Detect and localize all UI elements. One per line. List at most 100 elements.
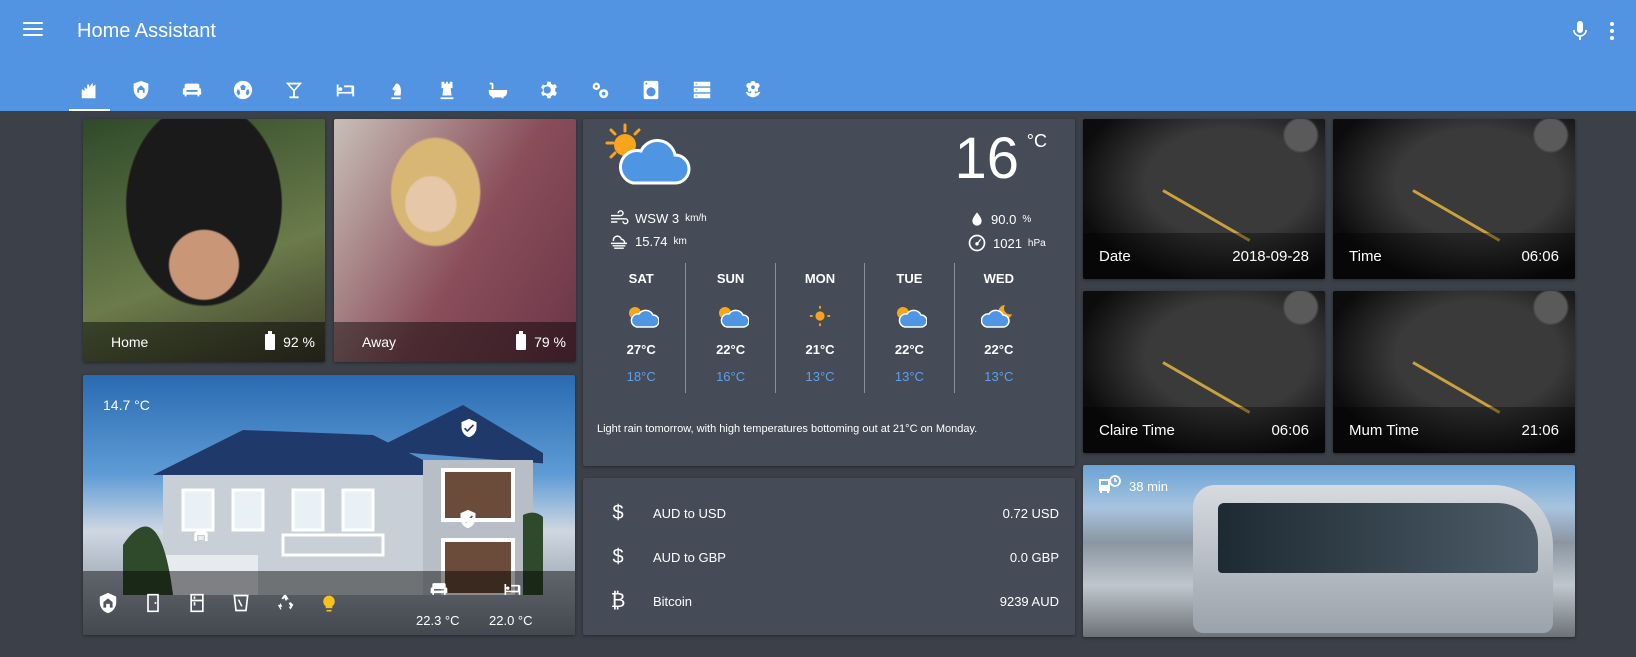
tab-games[interactable] xyxy=(421,68,472,111)
clock-hand xyxy=(1162,361,1251,414)
tab-cocktail[interactable] xyxy=(268,68,319,111)
light-bulb-icon[interactable] xyxy=(319,593,339,615)
fog-icon xyxy=(611,235,627,249)
clock-footer: Date 2018-09-28 xyxy=(1083,233,1325,279)
partly-cloudy-icon xyxy=(605,123,691,185)
clock-hand xyxy=(1412,361,1501,414)
person-state: Home xyxy=(111,334,149,350)
tab-bathroom[interactable] xyxy=(472,68,523,111)
battery-icon xyxy=(516,331,527,350)
tab-laundry[interactable] xyxy=(625,68,676,111)
house-card: 14.7 °C 22.3 °C 22.0 °C xyxy=(83,375,575,635)
bus-eta: 38 min xyxy=(1097,475,1168,497)
tab-sports[interactable] xyxy=(217,68,268,111)
bed-icon xyxy=(336,84,354,96)
shield-home-icon xyxy=(133,80,148,99)
clock-footer: Time 06:06 xyxy=(1333,233,1575,279)
server-icon xyxy=(693,81,710,98)
person-footer: Home 92 % xyxy=(83,322,325,362)
currency-row[interactable]: $ AUD to USD 0.72 USD xyxy=(583,492,1075,534)
humidity-row: 90.0% xyxy=(969,210,1031,228)
tab-security[interactable] xyxy=(115,68,166,111)
person-battery: 92 % xyxy=(265,331,315,350)
visibility-row: 15.74 km xyxy=(609,233,687,249)
sofa-icon xyxy=(182,83,201,96)
person-card-home[interactable]: Home 92 % xyxy=(83,119,325,362)
partly-cloudy-icon xyxy=(629,307,660,328)
partly-cloudy-icon xyxy=(718,307,749,328)
shield-check-icon[interactable] xyxy=(458,508,478,530)
trash-bin-icon[interactable] xyxy=(231,593,251,613)
tab-system[interactable] xyxy=(574,68,625,111)
water-drop-icon xyxy=(972,212,982,226)
clock-card-claire[interactable]: Claire Time 06:06 xyxy=(1083,291,1325,453)
gear-icon xyxy=(540,81,557,98)
forecast-day: SAT 27°C 18°C xyxy=(597,263,687,393)
clock-card-time[interactable]: Time 06:06 xyxy=(1333,119,1575,279)
sofa-icon[interactable] xyxy=(426,579,452,599)
tab-server[interactable] xyxy=(676,68,727,111)
dollar-icon: $ xyxy=(612,545,624,568)
flower-icon xyxy=(745,80,760,97)
forecast-day: TUE 22°C 13°C xyxy=(865,263,955,393)
bitcoin-icon: ₿ xyxy=(610,589,626,612)
bus-windows xyxy=(1218,503,1538,573)
door-icon[interactable] xyxy=(143,593,163,613)
forecast-day: MON 21°C 13°C xyxy=(776,263,866,393)
weather-summary: Light rain tomorrow, with high temperatu… xyxy=(597,423,978,435)
clock-footer: Mum Time 21:06 xyxy=(1333,407,1575,453)
wind-icon xyxy=(611,210,629,225)
person-battery: 79 % xyxy=(516,331,566,350)
view-tabs xyxy=(64,68,778,111)
clock-card-date[interactable]: Date 2018-09-28 xyxy=(1083,119,1325,279)
tab-bedroom[interactable] xyxy=(319,68,370,111)
bus-clock-icon xyxy=(1099,475,1121,493)
current-temperature: 16 xyxy=(954,126,1019,191)
washing-machine-icon xyxy=(643,80,658,99)
menu-icon[interactable] xyxy=(20,18,46,44)
app-header: Home Assistant xyxy=(0,0,1636,111)
house-illustration xyxy=(123,405,543,595)
house-controls-bar: 22.3 °C 22.0 °C xyxy=(83,571,575,635)
tab-garden[interactable] xyxy=(727,68,778,111)
tab-settings[interactable] xyxy=(523,68,574,111)
bed-icon[interactable] xyxy=(500,579,524,599)
person-card-away[interactable]: Away 79 % xyxy=(334,119,576,362)
weather-card[interactable]: 16 °C WSW 3 km/h 15.74 km 90.0% 1021 hPa SA… xyxy=(583,119,1075,466)
sunny-icon xyxy=(809,305,831,327)
currency-row[interactable]: $ AUD to GBP 0.0 GBP xyxy=(583,536,1075,578)
tab-lounge[interactable] xyxy=(166,68,217,111)
bus-card[interactable]: 38 min xyxy=(1083,465,1575,637)
temperature-unit: °C xyxy=(1026,131,1047,151)
overflow-menu-icon[interactable] xyxy=(1600,19,1624,43)
clock-card-mum[interactable]: Mum Time 21:06 xyxy=(1333,291,1575,453)
partly-cloudy-icon xyxy=(897,307,928,328)
tab-kids[interactable] xyxy=(370,68,421,111)
currency-row[interactable]: ₿ Bitcoin 9239 AUD xyxy=(583,580,1075,622)
forecast-day: WED 22°C 13°C xyxy=(955,263,1043,393)
soccer-ball-icon xyxy=(233,80,252,99)
partly-cloudy-night-icon xyxy=(980,305,1012,328)
forecast-day: SUN 22°C 16°C xyxy=(686,263,776,393)
tab-home[interactable] xyxy=(64,68,115,111)
alarm-shield-icon[interactable] xyxy=(97,592,119,614)
microphone-icon[interactable] xyxy=(1568,19,1592,43)
person-state: Away xyxy=(362,334,396,350)
dollar-icon: $ xyxy=(612,501,624,524)
chess-knight-icon xyxy=(390,83,401,99)
lounge-temperature: 22.3 °C xyxy=(416,613,460,628)
cocktail-glass-icon xyxy=(285,82,302,98)
battery-icon xyxy=(265,331,276,350)
garage-icon[interactable] xyxy=(193,527,209,543)
castle-home-icon xyxy=(81,82,95,98)
currency-card: $ AUD to USD 0.72 USD $ AUD to GBP 0.0 G… xyxy=(583,478,1075,635)
clock-footer: Claire Time 06:06 xyxy=(1083,407,1325,453)
wind-row: WSW 3 km/h xyxy=(609,210,707,226)
bathtub-icon xyxy=(488,82,507,98)
gauge-icon xyxy=(968,234,986,252)
fridge-icon[interactable] xyxy=(187,593,207,613)
bedroom-temperature: 22.0 °C xyxy=(489,613,533,628)
forecast-strip: SAT 27°C 18°C SUN 22°C 16°C MON 21°C 13°… xyxy=(597,263,1043,393)
shield-check-icon[interactable] xyxy=(459,417,479,439)
recycle-icon[interactable] xyxy=(275,593,297,615)
